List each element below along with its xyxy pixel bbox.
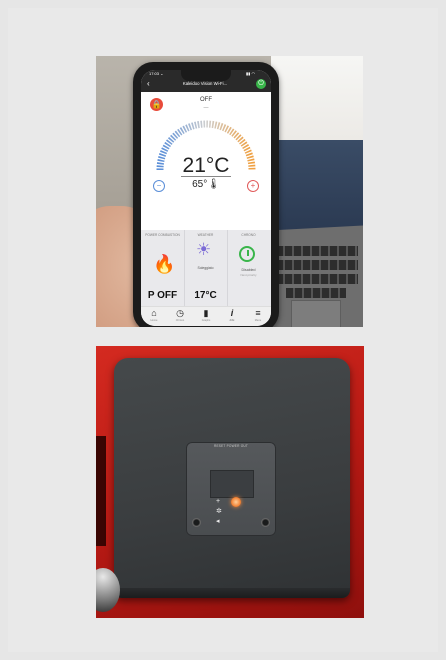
outdoor-temperature: 17°C [194, 290, 217, 301]
power-icon[interactable]: ⏻ [256, 79, 266, 89]
shadow-area [96, 436, 106, 546]
bar-chart-icon: ▮ [203, 308, 209, 318]
weather-label: Soleggiato [197, 266, 214, 270]
smartphone: 17:03 ⌄ ▮▮ ◠ ‹ Kaleidoo Vision Wi-Fi... … [133, 62, 279, 327]
snowflake-icon: ✲ [216, 508, 222, 515]
phone-notch [181, 70, 231, 81]
screw-right [261, 518, 270, 527]
bottom-tab-bar: ⌂ Home ◷ Chrono ▮ Graphs i Info ≡ Menu [141, 306, 271, 326]
sun-icon: ☀ [196, 240, 212, 259]
weather-card[interactable]: WEATHER ☀ Soleggiato 17°C [184, 230, 228, 306]
plus-icon: + [216, 498, 221, 505]
menu-icon: ≡ [255, 308, 261, 318]
card-title: CHRONO [241, 233, 256, 237]
tab-graphs[interactable]: ▮ Graphs [193, 308, 219, 323]
screw-left [192, 518, 201, 527]
laptop-screen [274, 140, 363, 232]
clock-icon: ◷ [176, 308, 184, 318]
laptop-touchpad [291, 300, 341, 327]
device-photo: RESET POWER OUT + ✲ ◂ [96, 346, 364, 618]
app-title: Kaleidoo Vision Wi-Fi... [182, 81, 228, 86]
signal-icon: ▮▮ ◠ [245, 71, 255, 76]
background-wall [271, 56, 363, 140]
status-time: 17:03 ⌄ [149, 71, 164, 76]
status-led-button[interactable] [231, 497, 241, 507]
card-title: POWER COMBUSTION [145, 233, 180, 237]
tab-home[interactable]: ⌂ Home [141, 308, 167, 323]
control-panel: RESET POWER OUT + ✲ ◂ [186, 442, 276, 536]
device-bottom-edge [114, 588, 350, 598]
tab-info[interactable]: i Info [219, 308, 245, 323]
timer-icon [239, 246, 255, 262]
decrease-button[interactable]: − [153, 180, 165, 192]
temperature-divider [181, 176, 231, 177]
tab-menu[interactable]: ≡ Menu [245, 308, 271, 323]
power-card[interactable]: POWER COMBUSTION 🔥 P OFF [141, 230, 185, 306]
stove-mode-sub: — [203, 105, 209, 111]
info-cards: POWER COMBUSTION 🔥 P OFF WEATHER ☀ Soleg… [141, 230, 271, 306]
card-title: WEATHER [197, 233, 214, 237]
home-icon: ⌂ [151, 308, 157, 318]
tab-chrono[interactable]: ◷ Chrono [167, 308, 193, 323]
chrono-status: Disabled [241, 268, 256, 272]
back-arrow-icon[interactable]: ‹ [147, 80, 150, 88]
phone-photo: 17:03 ⌄ ▮▮ ◠ ‹ Kaleidoo Vision Wi-Fi... … [96, 56, 363, 327]
wifi-module-box: RESET POWER OUT + ✲ ◂ [114, 358, 350, 598]
info-icon: i [230, 308, 234, 318]
port-labels: RESET POWER OUT [213, 444, 249, 448]
phone-screen: 17:03 ⌄ ▮▮ ◠ ‹ Kaleidoo Vision Wi-Fi... … [141, 70, 271, 326]
chrono-sub: Next priority [240, 273, 257, 277]
flame-icon: 🔥 [153, 254, 176, 274]
increase-button[interactable]: + [247, 180, 259, 192]
room-temperature: 21°C [182, 154, 230, 177]
stove-mode: OFF [200, 97, 212, 103]
display-window [210, 470, 254, 498]
power-value: P OFF [147, 290, 178, 301]
chrono-card[interactable]: CHRONO Disabled Next priority [227, 230, 270, 306]
fan-icon: ◂ [216, 518, 220, 525]
